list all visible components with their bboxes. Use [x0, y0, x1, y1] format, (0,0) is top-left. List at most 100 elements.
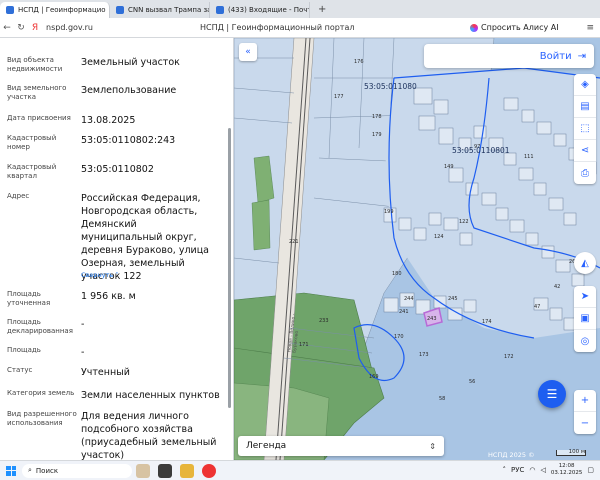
yandex-browser-icon[interactable] — [202, 463, 216, 478]
info-label: Статус — [7, 366, 33, 374]
svg-text:245: 245 — [448, 296, 458, 302]
yandex-icon[interactable]: Я — [28, 23, 42, 33]
info-label: Вид объекта недвижимости — [7, 56, 63, 73]
tab-label: (433) Входящие - Почта М — [228, 6, 309, 14]
info-row: Вид земельного участка Землепользование — [7, 84, 227, 102]
share-icon[interactable]: ⋖ — [574, 140, 596, 162]
info-label: Площадь декларированная — [7, 318, 73, 335]
info-label: Категория земель — [7, 389, 75, 397]
svg-text:124: 124 — [434, 234, 444, 240]
zoom-out-icon[interactable]: − — [574, 412, 596, 434]
locate-icon[interactable]: ➤ — [574, 286, 596, 308]
info-label: Вид земельного участка — [7, 84, 67, 101]
info-row: Площадь декларированная - — [7, 318, 227, 336]
zoom-in-icon[interactable]: + — [574, 390, 596, 412]
svg-text:174: 174 — [482, 319, 492, 325]
layers-icon[interactable]: ◈ — [574, 74, 596, 96]
volume-icon[interactable]: ◁ — [540, 466, 545, 474]
compass-icon[interactable]: ◭ — [574, 252, 596, 274]
system-tray: ˄ РУС ◠ ◁ 12:08 03.12.2025 ▢ — [503, 463, 595, 477]
scale-label: 100 м — [568, 449, 585, 455]
browser-menu-icon[interactable]: ≡ — [586, 23, 594, 33]
map-controls: ➤ ▣ ◎ — [574, 286, 596, 352]
cadastral-quarter: 53:05:0110802 — [81, 164, 154, 175]
reload-icon[interactable]: ↻ — [14, 23, 28, 33]
tab-mail[interactable]: (433) Входящие - Почта М ✕ — [210, 2, 310, 18]
tab-nspd[interactable]: НСПД | Геоинформацио ✕ — [0, 2, 110, 18]
back-icon[interactable]: ← — [0, 23, 14, 33]
new-tab-button[interactable]: + — [310, 4, 334, 15]
select-icon[interactable]: ⬚ — [574, 118, 596, 140]
panel-scrollbar[interactable] — [228, 128, 231, 408]
navigation-widget: ◭ — [574, 252, 596, 274]
collapse-link[interactable]: Свернуть ˄ — [81, 271, 119, 279]
legend-dropdown[interactable]: Легенда ⇕ — [238, 436, 444, 456]
explorer-icon[interactable] — [180, 463, 194, 478]
login-label: Войти — [539, 50, 572, 62]
svg-text:241: 241 — [399, 309, 409, 315]
taskbar-search[interactable]: ⌕ Поиск — [22, 463, 132, 478]
svg-text:221: 221 — [289, 239, 299, 245]
info-label: Площадь — [7, 346, 41, 354]
search-location-icon[interactable]: ◎ — [574, 330, 596, 352]
lang-indicator[interactable]: РУС — [511, 466, 524, 474]
svg-text:47: 47 — [534, 304, 540, 310]
menu-fab-icon[interactable]: ☰ — [538, 380, 566, 408]
info-row: Вид разрешенного использования Для веден… — [7, 410, 227, 460]
svg-text:244: 244 — [404, 296, 414, 302]
taskbar: ⌕ Поиск ˄ РУС ◠ ◁ 12:08 03.12.2025 ▢ — [0, 460, 600, 480]
tab-label: НСПД | Геоинформацио — [18, 6, 106, 14]
widget-icon[interactable] — [136, 463, 150, 478]
windows-start-icon[interactable] — [6, 465, 16, 476]
svg-text:180: 180 — [392, 271, 402, 277]
wifi-icon[interactable]: ◠ — [529, 466, 535, 474]
login-button[interactable]: Войти ⇥ — [424, 44, 594, 68]
svg-text:177: 177 — [334, 94, 344, 100]
url-field[interactable]: nspd.gov.ru — [46, 23, 93, 32]
info-row: Дата присвоения 13.08.2025 — [7, 114, 227, 127]
clock[interactable]: 12:08 03.12.2025 — [551, 463, 583, 477]
map-toolbar: ◈ ▤ ⬚ ⋖ ⎙ — [574, 74, 596, 184]
info-row: Категория земель Земли населенных пункто… — [7, 389, 227, 402]
svg-text:243: 243 — [427, 316, 437, 322]
search-icon: ⌕ — [28, 466, 32, 474]
svg-text:170: 170 — [394, 334, 404, 340]
legend-label: Легенда — [246, 441, 287, 451]
zoom-controls: + − — [574, 390, 596, 434]
info-value: Земли населенных пунктов — [81, 390, 220, 401]
print-icon[interactable]: ⎙ — [574, 162, 596, 184]
parcel-info-panel: Вид объекта недвижимости Земельный участ… — [0, 38, 234, 460]
clock-date: 03.12.2025 — [550, 470, 583, 476]
svg-text:122: 122 — [459, 219, 469, 225]
address-bar: ← ↻ Я nspd.gov.ru НСПД | Геоинформационн… — [0, 18, 600, 38]
svg-text:58: 58 — [439, 396, 445, 402]
svg-text:179: 179 — [372, 132, 382, 138]
status-value: Учтенный — [81, 367, 130, 378]
tab-cnn[interactable]: CNN вызвал Трампа за — [110, 2, 210, 18]
svg-text:169: 169 — [369, 374, 379, 380]
alisa-button[interactable]: Спросить Алису AI — [470, 23, 559, 32]
info-row: Площадь уточненная 1 956 кв. м — [7, 290, 227, 308]
nspd-favicon-icon — [6, 6, 14, 14]
chevron-updown-icon: ⇕ — [429, 441, 436, 451]
measure-icon[interactable]: ▤ — [574, 96, 596, 118]
login-icon: ⇥ — [577, 50, 586, 62]
basemap-icon[interactable]: ▣ — [574, 308, 596, 330]
tray-chevron-icon[interactable]: ˄ — [503, 466, 507, 474]
collapse-panel-button[interactable]: « — [239, 43, 257, 61]
info-row: Вид объекта недвижимости Земельный участ… — [7, 56, 227, 74]
svg-text:176: 176 — [354, 59, 364, 65]
copyright: НСПД 2025 © — [488, 451, 535, 459]
info-row: Площадь - — [7, 346, 227, 359]
svg-text:149: 149 — [444, 164, 454, 170]
page-title: НСПД | Геоинформационный портал — [200, 23, 355, 32]
svg-text:111: 111 — [524, 154, 534, 160]
mail-favicon-icon — [216, 6, 224, 14]
notifications-icon[interactable]: ▢ — [587, 466, 594, 474]
cadastral-map[interactable]: 176 177 178 179 221 233 241 243 244 245 199 180 1… — [234, 38, 600, 460]
info-label: Площадь уточненная — [7, 290, 51, 307]
search-label: Поиск — [35, 466, 59, 475]
taskview-icon[interactable] — [158, 463, 172, 478]
area-value: 1 956 кв. м — [81, 291, 136, 302]
svg-text:42: 42 — [554, 284, 560, 290]
